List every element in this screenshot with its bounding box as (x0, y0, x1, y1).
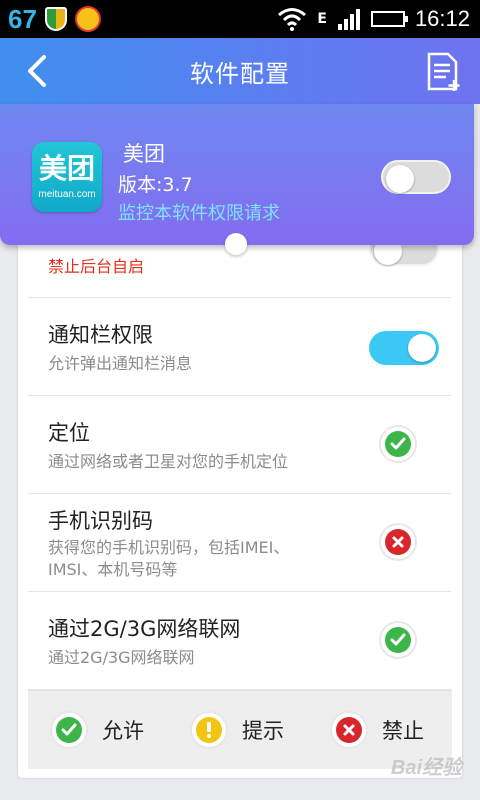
add-document-icon[interactable] (426, 51, 462, 93)
clock: 16:12 (414, 6, 470, 31)
signal-icon (337, 9, 360, 30)
permission-subtitle: 获得您的手机识别码，包括IMEI、IMSI、本机号码等 (48, 538, 290, 579)
network-type-icon: E (317, 12, 327, 26)
permission-row-network: 通过2G/3G网络联网 通过2G/3G网络联网 (28, 591, 451, 690)
qq-notification-icon (74, 6, 101, 32)
watermark: Bai经验 (390, 757, 462, 779)
permission-title: 通知栏权限 (48, 323, 153, 347)
legend-allow: 允许 (50, 711, 144, 749)
legend-deny-label: 禁止 (382, 719, 424, 743)
notification-toggle[interactable] (369, 331, 439, 365)
status-bar: 67 E 16:12 (0, 0, 480, 38)
status-legend: 允许 提示 禁止 (28, 690, 452, 769)
permission-subtitle: 禁止后台自启 (48, 257, 145, 276)
permission-title: 定位 (48, 421, 90, 445)
permission-subtitle: 通过网络或者卫星对您的手机定位 (48, 452, 289, 471)
legend-prompt: 提示 (190, 711, 284, 749)
card-notch (225, 233, 247, 255)
check-icon (385, 627, 411, 653)
network-status-allow[interactable] (379, 621, 417, 659)
permission-subtitle: 通过2G/3G网络联网 (48, 648, 195, 667)
check-icon (385, 431, 411, 457)
permission-row-location: 定位 通过网络或者卫星对您的手机定位 (28, 395, 451, 494)
app-icon: 美团 meituan.com (32, 142, 102, 212)
app-icon-subtext: meituan.com (38, 189, 96, 200)
app-name: 美团 (123, 142, 165, 166)
legend-deny: 禁止 (330, 711, 424, 749)
cross-icon (385, 529, 411, 555)
permission-title: 通过2G/3G网络联网 (48, 617, 241, 641)
monitor-label: 监控本软件权限请求 (118, 203, 280, 224)
app-info-card: 美团 meituan.com 美团 版本:3.7 监控本软件权限请求 (0, 104, 474, 255)
wifi-icon (278, 8, 307, 31)
app-icon-text: 美团 (38, 152, 95, 185)
permission-list: 禁止后台自启 通知栏权限 允许弹出通知栏消息 定位 通过网络或者卫星对您的手机定… (18, 200, 462, 778)
app-version: 版本:3.7 (118, 174, 193, 196)
location-status-allow[interactable] (379, 425, 417, 463)
app-bar: 软件配置 (0, 38, 480, 104)
allow-icon (50, 711, 88, 749)
permission-subtitle: 允许弹出通知栏消息 (48, 354, 193, 373)
page-title: 软件配置 (190, 59, 290, 88)
monitor-toggle[interactable] (381, 160, 451, 194)
permission-title: 手机识别码 (48, 509, 153, 533)
permission-row-device-id: 手机识别码 获得您的手机识别码，包括IMEI、IMSI、本机号码等 (28, 493, 451, 592)
battery-icon (370, 11, 408, 27)
permission-row-notification: 通知栏权限 允许弹出通知栏消息 (28, 297, 451, 396)
device-id-status-deny[interactable] (379, 523, 417, 561)
prompt-icon (190, 711, 228, 749)
legend-prompt-label: 提示 (242, 719, 284, 743)
security-shield-icon (44, 7, 67, 31)
network-type-label: E (317, 11, 327, 27)
legend-allow-label: 允许 (102, 719, 144, 743)
notification-count: 67 (8, 3, 37, 34)
deny-icon (330, 711, 368, 749)
